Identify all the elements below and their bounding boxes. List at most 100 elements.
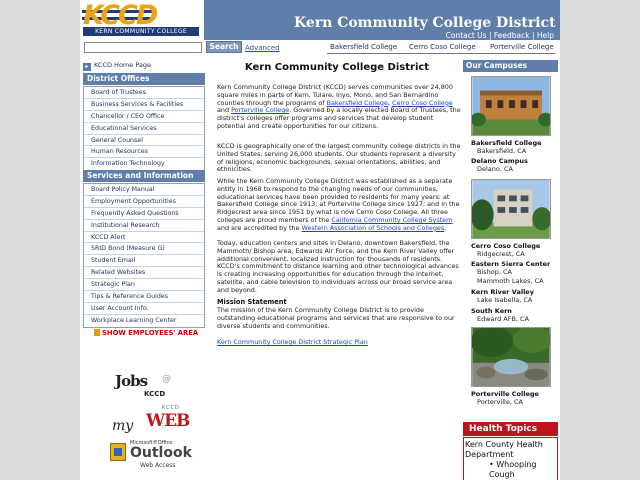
mission-paragraph: The mission of the Kern Community Colleg… — [217, 306, 455, 330]
search-button[interactable]: Search — [206, 41, 242, 53]
whooping-cough-label: Whooping Cough — [489, 460, 537, 479]
campus-location: Ridgecrest, CA — [477, 250, 525, 258]
nav-item[interactable]: User Account Info. — [84, 303, 204, 315]
nav-item[interactable]: Educational Services — [84, 123, 204, 135]
campus-location: Mammoth Lakes, CA — [477, 277, 544, 285]
nav-item[interactable]: Frequently Asked Questions — [84, 208, 204, 220]
employees-area-label: SHOW EMPLOYEES' AREA — [102, 329, 199, 337]
campus-location: Bishop, CA — [477, 268, 512, 276]
logo-text: KCCD — [83, 0, 158, 31]
page-title: Kern Community College District — [244, 62, 430, 73]
nav-item[interactable]: Tips & Reference Guides — [84, 291, 204, 303]
divider — [327, 53, 555, 54]
campus-location: Bakersfield, CA — [477, 147, 527, 155]
feedback-link[interactable]: Feedback — [494, 31, 530, 40]
campus-location: Edward AFB, CA — [477, 315, 530, 323]
outlook-web-access-badge[interactable]: Microsoft®Office Outlook Web Access — [110, 440, 210, 472]
outlook-icon — [110, 443, 126, 461]
text: and are accredited by the — [217, 223, 302, 232]
nav-item[interactable]: SRID Bond (Measure G) — [84, 243, 204, 256]
arrow-right-icon: ▸ — [83, 63, 91, 71]
home-page-link[interactable]: ▸ KCCD Home Page — [83, 61, 205, 73]
nav-item[interactable]: Institutional Research — [84, 220, 204, 232]
campus-name[interactable]: Bakersfield College — [471, 139, 542, 147]
porterville-college-link[interactable]: Porterville College — [490, 43, 554, 51]
bakersfield-college-photo[interactable] — [471, 76, 551, 136]
lock-icon — [94, 329, 100, 336]
outlook-text: Outlook — [130, 445, 192, 461]
campus-name[interactable]: Kern River Valley — [471, 288, 534, 296]
size-paragraph: KCCD is geographically one of the larges… — [217, 142, 461, 174]
nav-item[interactable]: Human Resources — [84, 146, 204, 159]
cerro-coso-college-photo[interactable] — [471, 179, 551, 239]
campus-name[interactable]: South Kern — [471, 307, 512, 315]
campus-name[interactable]: Porterville College — [471, 390, 539, 398]
page: KCCD KERN COMMUNITY COLLEGE DISTRICT Ker… — [0, 0, 640, 480]
search-input[interactable] — [84, 42, 202, 53]
district-offices-list: Board of Trustees Business Services & Fa… — [83, 86, 205, 172]
campus-name[interactable]: Eastern Sierra Center — [471, 260, 550, 268]
california-community-college-system-link[interactable]: California Community College System — [331, 216, 452, 224]
header-banner: Kern Community College District Contact … — [204, 0, 560, 40]
campus-name[interactable]: Delano Campus — [471, 157, 528, 165]
nav-item[interactable]: Related Websites — [84, 267, 204, 280]
district-offices-heading: District Offices — [83, 73, 205, 85]
health-topics-panel: Kern County Health Department • Whooping… — [463, 437, 558, 480]
nav-item[interactable]: Business Services & Facilities — [84, 99, 204, 111]
campus-location: Porterville, CA — [477, 398, 523, 406]
campus-location: Lake Isabella, CA — [477, 296, 533, 304]
at-symbol: @ — [162, 374, 171, 384]
mission-heading: Mission Statement — [217, 298, 287, 306]
nav-item[interactable]: General Counsel — [84, 135, 204, 147]
kern-county-health-link[interactable]: Kern County Health Department — [465, 440, 557, 460]
logo-subtitle: KERN COMMUNITY COLLEGE DISTRICT — [83, 27, 199, 44]
our-campuses-heading: Our Campuses — [463, 60, 558, 72]
today-paragraph: Today, education centers and sites in De… — [217, 239, 459, 294]
site-title: Kern Community College District — [294, 15, 556, 31]
whooping-cough-link[interactable]: • Whooping Cough — [489, 460, 557, 480]
nav-item[interactable]: Workplace Learning Center — [84, 315, 204, 327]
search-row: Search Advanced Bakersfield College Cerr… — [80, 40, 560, 58]
text: . — [444, 223, 447, 232]
web-text: WEB — [146, 411, 190, 431]
porterville-college-inline-link[interactable]: Porterville College — [231, 106, 289, 114]
porterville-college-photo[interactable] — [471, 327, 551, 387]
contact-us-link[interactable]: Contact Us — [446, 31, 487, 40]
help-link[interactable]: Help — [537, 31, 554, 40]
advanced-search-link[interactable]: Advanced — [245, 44, 280, 52]
jobs-at-kccd-badge[interactable]: Jobs @ KCCD — [110, 370, 180, 400]
my-text: my — [112, 418, 134, 434]
header: KCCD KERN COMMUNITY COLLEGE DISTRICT Ker… — [80, 0, 560, 58]
home-page-label: KCCD Home Page — [94, 61, 152, 69]
nav-item[interactable]: Student Email — [84, 255, 204, 268]
show-employees-area-link[interactable]: SHOW EMPLOYEES' AREA — [94, 329, 198, 337]
jobs-kccd-text: KCCD — [144, 390, 166, 398]
nav-item[interactable]: Board of Trustees — [84, 87, 204, 99]
bakersfield-college-link[interactable]: Bakersfield College — [330, 43, 397, 51]
web-access-text: Web Access — [140, 462, 176, 469]
nav-item[interactable]: KCCD Alert — [84, 232, 204, 244]
top-links: Contact Us | Feedback | Help — [445, 31, 554, 40]
history-paragraph: While the Kern Community College Distric… — [217, 177, 461, 233]
campus-name[interactable]: Cerro Coso College — [471, 242, 540, 250]
cerro-coso-college-inline-link[interactable]: Cerro Coso College — [392, 99, 453, 107]
my-web-badge[interactable]: KCCD my WEB — [110, 405, 200, 435]
nav-item[interactable]: Strategic Plan — [84, 279, 204, 292]
cerro-coso-college-link[interactable]: Cerro Coso College — [409, 43, 476, 51]
content-body: ▸ KCCD Home Page District Offices Board o… — [80, 58, 560, 480]
services-list: Board Policy Manual Employment Opportuni… — [83, 183, 205, 328]
intro-paragraph: Kern Community College District (KCCD) s… — [217, 83, 461, 131]
bakersfield-college-inline-link[interactable]: Bakersfield College — [327, 99, 388, 107]
campus-location: Delano, CA — [477, 165, 514, 173]
services-heading: Services and Information — [83, 170, 205, 182]
nav-item[interactable]: Information Technology — [84, 158, 204, 170]
wasc-link[interactable]: Western Association of Schools and Colle… — [302, 224, 445, 232]
strategic-plan-link[interactable]: Kern Community College District Strategi… — [217, 338, 461, 347]
kccd-logo[interactable]: KCCD KERN COMMUNITY COLLEGE DISTRICT — [80, 0, 204, 44]
nav-item[interactable]: Board Policy Manual — [84, 184, 204, 196]
nav-item[interactable]: Employment Opportunities — [84, 196, 204, 208]
health-topics-heading: Health Topics — [463, 422, 558, 436]
text: and — [217, 106, 232, 115]
jobs-text: Jobs — [115, 372, 148, 390]
nav-item[interactable]: Chancellor / CEO Office — [84, 111, 204, 123]
